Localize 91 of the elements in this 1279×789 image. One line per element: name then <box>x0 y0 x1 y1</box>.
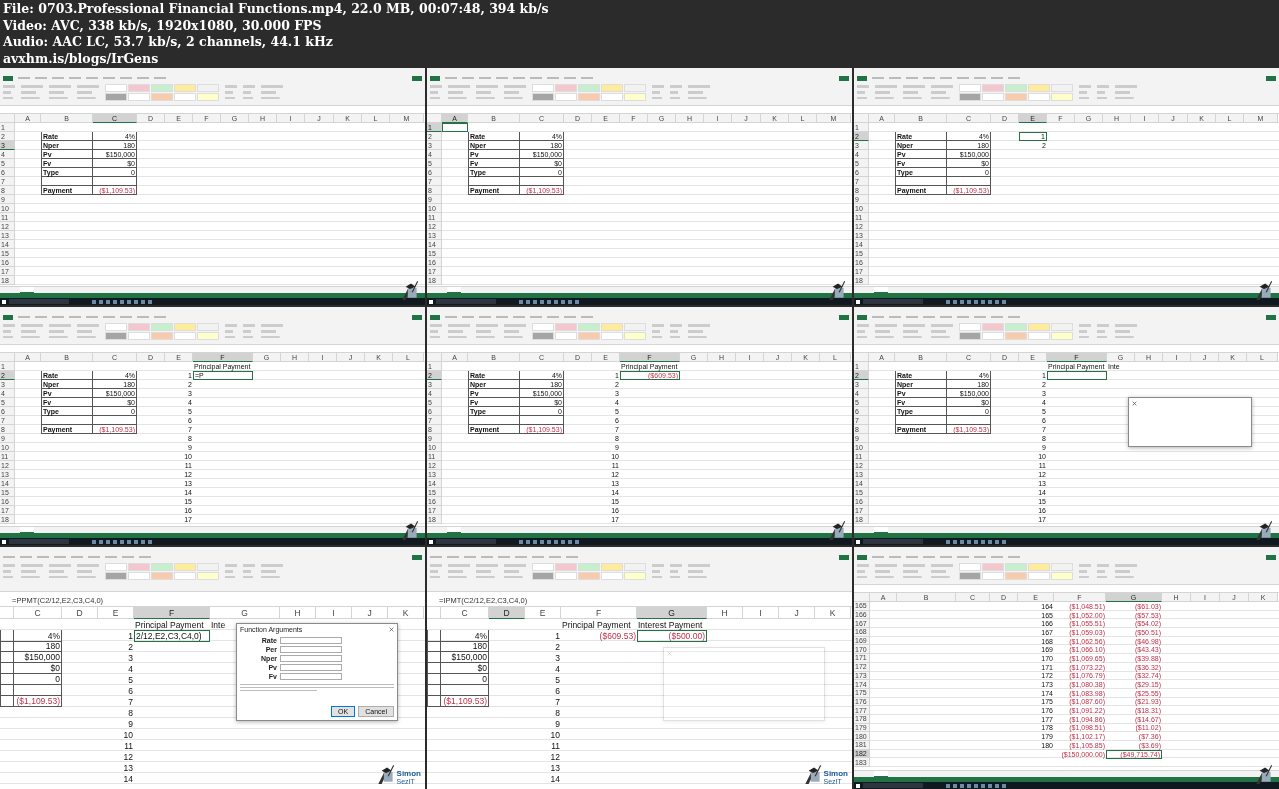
table-cell-text: 2 <box>127 641 134 652</box>
file-info-line: Audio: AAC LC, 53.7 kb/s, 2 channels, 44.1 kHz <box>3 34 334 51</box>
sheet-tab[interactable] <box>447 287 461 293</box>
column-header[interactable]: H <box>707 607 743 619</box>
table-cell-text: ($609.53) <box>598 630 637 642</box>
table-cell-text: 10 <box>549 729 561 740</box>
select-all-corner[interactable] <box>427 353 442 362</box>
column-header[interactable]: I <box>743 607 779 619</box>
select-all-corner[interactable] <box>0 353 15 362</box>
select-all-corner[interactable] <box>854 114 869 123</box>
table-cell-text: 7 <box>554 696 561 707</box>
table-cell: Principal Payment <box>134 619 205 630</box>
column-header[interactable]: F <box>561 607 637 619</box>
table-cell-text: 4 <box>554 663 561 674</box>
table-cell-text: 12 <box>549 751 561 762</box>
table-cell-text: 7 <box>127 696 134 707</box>
column-header[interactable]: I <box>316 607 352 619</box>
logo-icon <box>399 519 421 541</box>
active-cell[interactable] <box>442 123 468 132</box>
sheet-tab[interactable] <box>874 287 888 293</box>
sheet-tab[interactable] <box>20 527 34 533</box>
table-cell-text: 9 <box>554 718 561 729</box>
table-cell-text: 13 <box>549 762 561 773</box>
logo-icon <box>1253 519 1275 541</box>
active-cell[interactable]: 2/12,E2,C3,C4,0) <box>134 630 210 642</box>
column-header[interactable] <box>0 607 14 619</box>
table-cell-text: 14 <box>549 773 561 784</box>
table-cell-text: 9 <box>127 718 134 729</box>
table-cell-text: 5 <box>554 674 561 685</box>
table-cell: Inte <box>210 619 227 630</box>
table-cell-text: 3 <box>554 652 561 663</box>
table-cell-text: 10 <box>122 729 134 740</box>
logo-icon <box>399 279 421 301</box>
active-cell[interactable] <box>1047 371 1107 380</box>
table-cell-text: 8 <box>127 707 134 718</box>
file-info-line: avxhm.is/blogs/IrGens <box>3 50 160 67</box>
column-header[interactable]: E <box>525 607 561 619</box>
sheet-tab[interactable] <box>874 771 888 777</box>
logo-text: Simon <box>823 770 848 778</box>
close-icon[interactable] <box>389 627 394 632</box>
logo-text: Simon <box>396 770 421 778</box>
table-cell-text: 6 <box>554 685 561 696</box>
column-header[interactable] <box>427 607 441 619</box>
column-header[interactable]: D <box>489 607 525 619</box>
sheet-tab[interactable] <box>447 527 461 533</box>
table-cell: Interest Payment <box>637 619 704 630</box>
table-cell-text: 3 <box>127 652 134 663</box>
file-info-line: Video: AVC, 338 kb/s, 1920x1080, 30.000 FPS <box>3 17 323 34</box>
table-cell-text: 2 <box>554 641 561 652</box>
file-info-line: File: 0703.Professional Financial Functions.mp4, 22.0 MB, 00:07:48, 394 kb/s <box>3 1 550 18</box>
table-cell-text: 14 <box>122 773 134 784</box>
logo-icon <box>826 279 848 301</box>
table-cell-text: 1 <box>127 630 134 642</box>
table-cell-text: 11 <box>123 740 134 751</box>
column-header[interactable]: D <box>62 607 98 619</box>
sheet-tab[interactable] <box>874 527 888 533</box>
column-header[interactable]: F <box>134 607 210 619</box>
select-all-corner[interactable] <box>427 114 442 123</box>
select-all-corner[interactable] <box>854 593 870 602</box>
argument-field[interactable] <box>280 654 342 662</box>
argument-field[interactable] <box>280 663 342 671</box>
column-header[interactable]: H <box>280 607 316 619</box>
column-header[interactable]: C <box>441 607 489 619</box>
column-header[interactable]: G <box>210 607 280 619</box>
select-all-corner[interactable] <box>0 114 15 123</box>
select-all-corner[interactable] <box>854 353 869 362</box>
table-cell-text: 11 <box>550 740 561 751</box>
column-header[interactable]: K <box>388 607 424 619</box>
sheet-tab[interactable] <box>20 287 34 293</box>
logo-icon <box>826 519 848 541</box>
table-cell-text: 1 <box>554 630 561 642</box>
close-icon[interactable] <box>1132 401 1137 406</box>
table-cell-text: 12 <box>122 751 134 762</box>
column-header[interactable]: E <box>98 607 134 619</box>
argument-field[interactable] <box>280 636 342 644</box>
table-cell-text: 8 <box>554 707 561 718</box>
table-cell-text: 6 <box>127 685 134 696</box>
column-header[interactable]: C <box>14 607 62 619</box>
logo-icon <box>1253 279 1275 301</box>
table-cell-text: 13 <box>122 762 134 773</box>
argument-field[interactable] <box>280 645 342 653</box>
column-header[interactable]: K <box>815 607 851 619</box>
logo-icon <box>1253 763 1275 785</box>
column-header[interactable]: G <box>637 607 707 619</box>
table-cell: Principal Payment <box>561 619 632 630</box>
table-cell-text: 4 <box>127 663 134 674</box>
column-header[interactable]: J <box>779 607 815 619</box>
column-header[interactable]: J <box>352 607 388 619</box>
argument-field[interactable] <box>280 672 342 680</box>
table-cell-text: 5 <box>127 674 134 685</box>
active-cell[interactable]: ($500.00) <box>637 630 707 642</box>
